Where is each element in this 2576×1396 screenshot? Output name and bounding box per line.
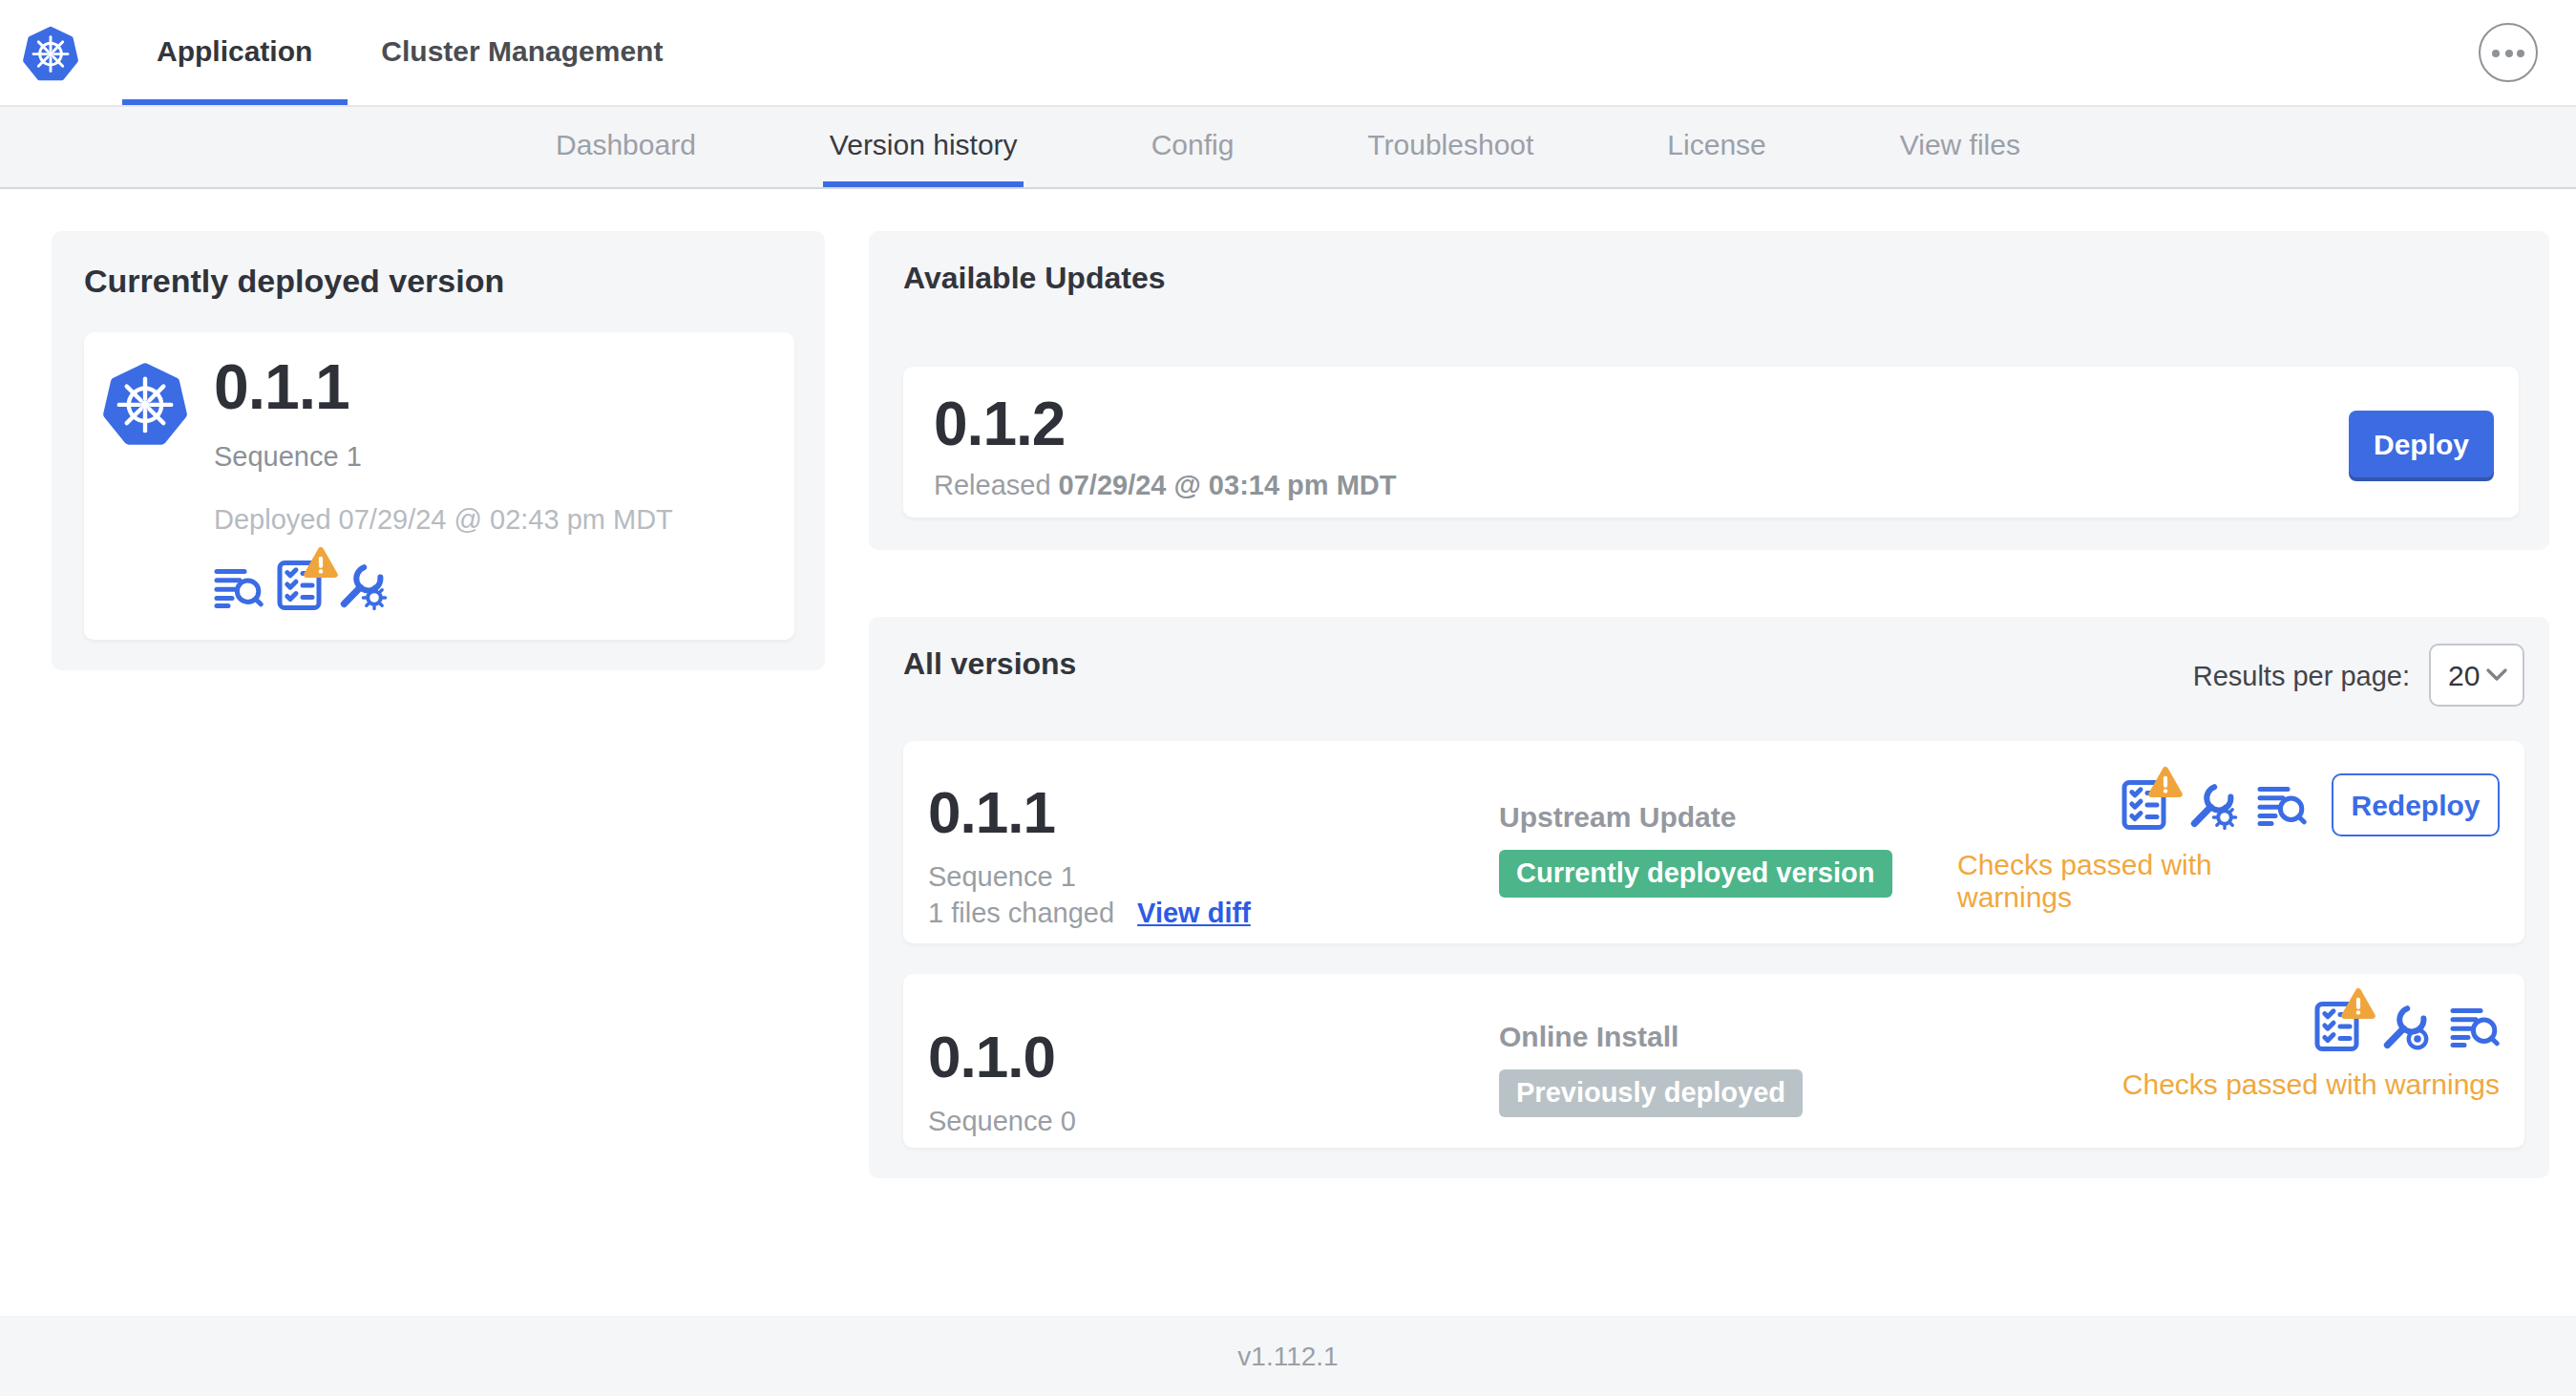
currently-deployed-card: Currently deployed version 0.1.1 Sequenc… [52, 231, 825, 670]
tab-application[interactable]: Application [122, 0, 347, 105]
row-version-number: 0.1.0 [928, 1024, 1499, 1092]
tab-dashboard[interactable]: Dashboard [550, 107, 702, 187]
view-diff-icon[interactable] [2257, 782, 2307, 828]
version-source: Online Install [1499, 1020, 1957, 1052]
section-nav: Dashboard Version history Config Trouble… [0, 107, 2576, 189]
top-nav: Application Cluster Management [0, 0, 2576, 107]
view-diff-icon[interactable] [214, 565, 264, 611]
kubernetes-logo-icon [23, 0, 78, 105]
deployed-timestamp: Deployed 07/29/24 @ 02:43 pm MDT [214, 504, 673, 535]
edit-config-icon[interactable] [336, 560, 388, 611]
warning-icon [2148, 766, 2183, 798]
console-version: v1.112.1 [1237, 1341, 1338, 1371]
main-content: Currently deployed version 0.1.1 Sequenc… [0, 189, 2576, 1178]
deployed-version-card: 0.1.1 Sequence 1 Deployed 07/29/24 @ 02:… [84, 332, 794, 640]
warning-icon [2341, 987, 2375, 1020]
warning-icon [304, 546, 338, 579]
results-per-page-select[interactable]: 20 [2429, 644, 2524, 707]
redeploy-button[interactable]: Redeploy [2332, 773, 2500, 836]
files-changed: 1 files changed [928, 898, 1114, 928]
status-badge: Previously deployed [1499, 1069, 1803, 1117]
kubernetes-app-icon [103, 361, 187, 447]
available-updates-title: Available Updates [903, 262, 2519, 296]
app-level-tabs: Application Cluster Management [122, 0, 697, 105]
tab-license[interactable]: License [1661, 107, 1771, 187]
page: Application Cluster Management Dashboard… [0, 0, 2576, 1396]
preflight-checks-icon[interactable] [2314, 1001, 2360, 1052]
footer: v1.112.1 [0, 1316, 2576, 1396]
preflight-checks-icon[interactable] [277, 560, 323, 611]
edit-config-icon[interactable] [2186, 779, 2238, 831]
all-versions-title: All versions [903, 647, 1076, 682]
row-sequence: Sequence 1 [928, 861, 1499, 892]
deployed-sequence: Sequence 1 [214, 441, 673, 472]
view-diff-link[interactable]: View diff [1137, 898, 1251, 928]
checks-status[interactable]: Checks passed with warnings [1957, 848, 2307, 913]
available-update-row: 0.1.2 Released 07/29/24 @ 03:14 pm MDT D… [903, 367, 2519, 518]
version-source: Upstream Update [1499, 800, 1957, 833]
status-badge: Currently deployed version [1499, 850, 1892, 898]
currently-deployed-title: Currently deployed version [84, 264, 794, 302]
tab-config[interactable]: Config [1146, 107, 1240, 187]
view-diff-icon[interactable] [2450, 1004, 2500, 1049]
more-menu-button[interactable] [2479, 23, 2538, 82]
chevron-down-icon [2486, 668, 2507, 682]
available-updates-card: Available Updates 0.1.2 Released 07/29/2… [869, 231, 2549, 550]
tab-cluster-management[interactable]: Cluster Management [347, 0, 697, 105]
tab-view-files[interactable]: View files [1894, 107, 2026, 187]
version-row-2: 0.1.0 Sequence 0 Online Install Previous… [903, 974, 2524, 1148]
deployed-version-number: 0.1.1 [214, 351, 673, 424]
version-row-1: 0.1.1 Sequence 1 1 files changed View dif… [903, 741, 2524, 943]
all-versions-card: All versions Results per page: 20 0.1.1 … [869, 617, 2549, 1178]
view-config-icon[interactable] [2379, 1001, 2431, 1052]
ellipsis-icon [2492, 49, 2500, 56]
preflight-checks-icon[interactable] [2122, 779, 2167, 831]
deploy-button[interactable]: Deploy [2349, 411, 2494, 477]
results-per-page-label: Results per page: [2193, 660, 2410, 690]
tab-troubleshoot[interactable]: Troubleshoot [1362, 107, 1539, 187]
checks-status[interactable]: Checks passed with warnings [2122, 1068, 2500, 1100]
update-version-number: 0.1.2 [934, 389, 1397, 459]
row-sequence: Sequence 0 [928, 1106, 1499, 1136]
tab-version-history[interactable]: Version history [824, 107, 1024, 187]
row-version-number: 0.1.1 [928, 779, 1499, 848]
update-released-timestamp: Released 07/29/24 @ 03:14 pm MDT [934, 469, 1397, 499]
